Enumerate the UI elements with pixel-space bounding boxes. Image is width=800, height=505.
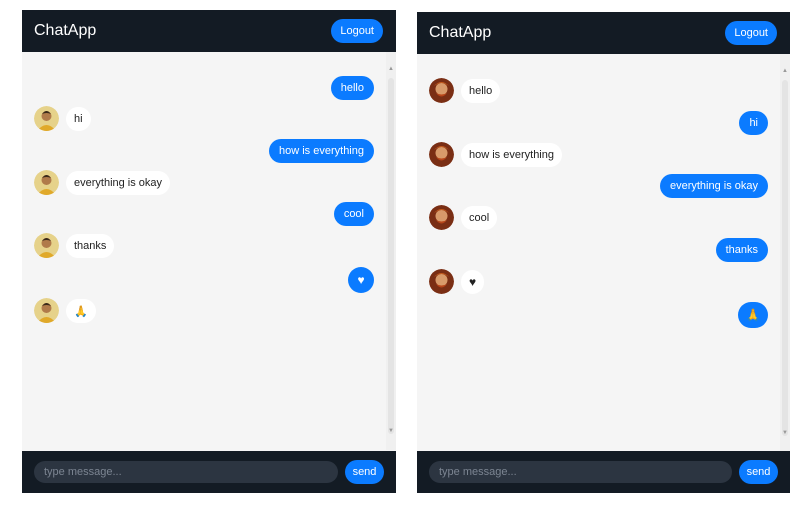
message-input[interactable]	[429, 461, 732, 483]
message-received: everything is okay	[34, 170, 374, 197]
message-received: 🙏	[34, 298, 374, 325]
chat-footer: send	[22, 451, 396, 493]
scroll-down-icon[interactable]: ▼	[780, 428, 790, 438]
scrollbar[interactable]: ▲ ▼	[386, 52, 396, 450]
avatar	[34, 106, 59, 131]
heart-icon: ♥	[348, 267, 374, 293]
app-title: ChatApp	[34, 22, 97, 39]
avatar	[34, 298, 59, 323]
message-received: hello	[429, 78, 768, 105]
message-bubble: 🙏	[66, 299, 96, 323]
logout-button[interactable]: Logout	[725, 21, 777, 45]
message-bubble: cool	[333, 202, 374, 226]
chat-window-right: ChatApp Logout hello hi how is everythin…	[417, 12, 790, 493]
scroll-up-icon[interactable]: ▲	[780, 66, 790, 76]
scrollbar[interactable]: ▲ ▼	[780, 54, 790, 451]
scroll-up-icon[interactable]: ▲	[386, 64, 396, 74]
message-bubble: everything is okay	[66, 171, 171, 195]
avatar	[429, 205, 454, 230]
message-bubble: thanks	[715, 238, 768, 262]
message-bubble: hello	[330, 76, 374, 100]
avatar	[429, 78, 454, 103]
send-button[interactable]: send	[739, 460, 778, 484]
message-received: hi	[34, 106, 374, 133]
chat-footer: send	[417, 451, 790, 493]
heart-glyph: ♥	[357, 273, 365, 287]
app-title: ChatApp	[429, 24, 492, 41]
message-sent: cool	[22, 202, 374, 228]
message-sent: hi	[417, 111, 768, 137]
message-sent: everything is okay	[417, 174, 768, 200]
message-received: how is everything	[429, 142, 768, 169]
message-sent: thanks	[417, 238, 768, 264]
message-bubble: hi	[66, 107, 91, 131]
message-received: cool	[429, 205, 768, 232]
message-bubble: hello	[461, 79, 501, 103]
message-received: thanks	[34, 233, 374, 260]
message-sent: hello	[22, 76, 374, 102]
message-bubble: hi	[739, 111, 768, 135]
message-bubble: how is everything	[269, 139, 374, 163]
message-sent: 🙏	[417, 302, 768, 328]
message-received: ♥	[429, 269, 768, 296]
message-bubble: cool	[461, 206, 498, 230]
heart-icon: ♥	[461, 270, 485, 294]
message-bubble: everything is okay	[659, 174, 768, 198]
chat-header: ChatApp Logout	[417, 12, 790, 54]
message-input[interactable]	[34, 461, 338, 483]
message-bubble: thanks	[66, 234, 115, 258]
avatar	[34, 233, 59, 258]
message-sent: how is everything	[22, 139, 374, 165]
message-sent: ♥	[22, 267, 374, 293]
message-bubble: 🙏	[738, 302, 768, 328]
chat-window-left: ChatApp Logout hello hi how is everythin…	[22, 10, 396, 493]
logout-button[interactable]: Logout	[331, 19, 383, 43]
scroll-thumb[interactable]	[388, 78, 394, 434]
heart-glyph: ♥	[469, 275, 477, 289]
send-button[interactable]: send	[345, 460, 384, 484]
message-bubble: how is everything	[461, 143, 562, 167]
avatar	[429, 269, 454, 294]
chat-header: ChatApp Logout	[22, 10, 396, 52]
avatar	[34, 170, 59, 195]
scroll-thumb[interactable]	[782, 80, 788, 436]
avatar	[429, 142, 454, 167]
scroll-down-icon[interactable]: ▼	[386, 426, 396, 436]
